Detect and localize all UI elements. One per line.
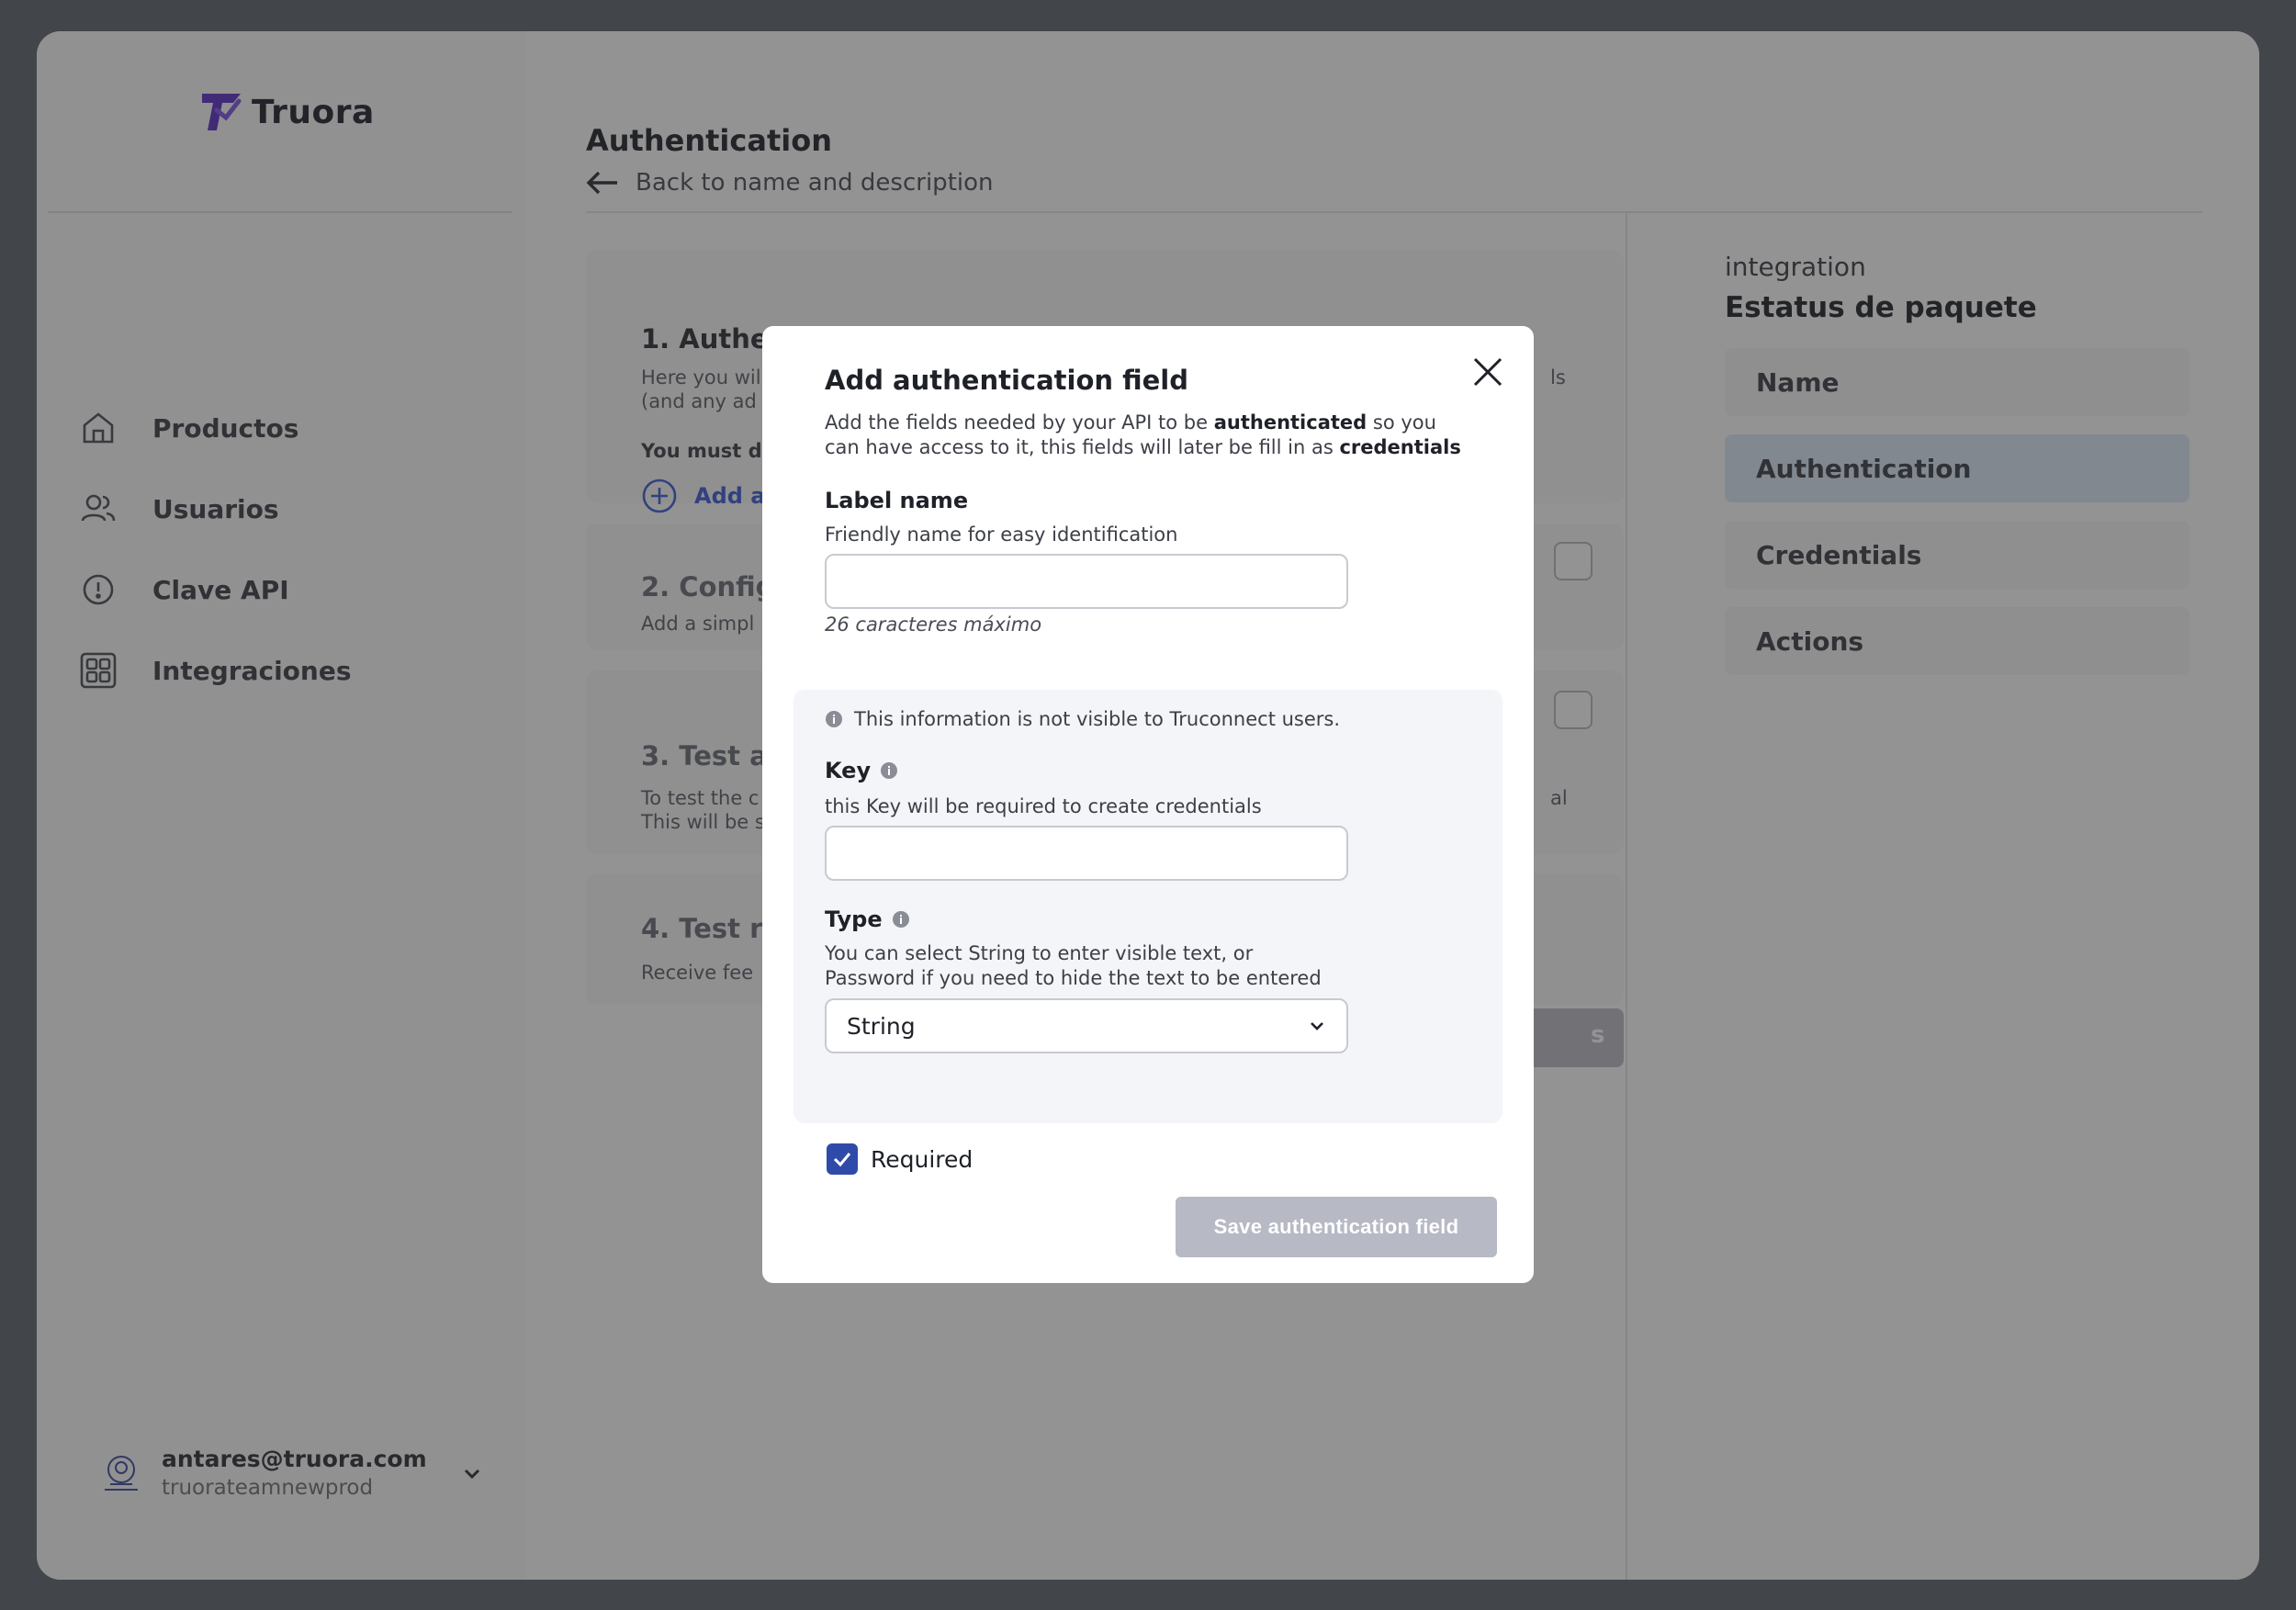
required-label: Required — [871, 1145, 974, 1173]
label-name-input[interactable] — [825, 554, 1348, 609]
field-label: Type — [825, 906, 883, 932]
type-select-value: String — [847, 1012, 916, 1040]
type-help-line: Password if you need to hide the text to… — [825, 967, 1322, 989]
visibility-notice: This information is not visible to Truco… — [825, 708, 1340, 730]
modal-desc-text: Add the fields needed by your API to be — [825, 411, 1214, 433]
label-name-help: Friendly name for easy identification — [825, 524, 1178, 546]
visibility-notice-text: This information is not visible to Truco… — [854, 708, 1341, 730]
info-icon[interactable] — [880, 761, 898, 780]
key-input[interactable] — [825, 826, 1348, 881]
required-checkbox-row[interactable]: Required — [827, 1143, 973, 1175]
type-select[interactable]: String — [825, 998, 1348, 1053]
label-name-hint: 26 caracteres máximo — [825, 614, 1042, 636]
chevron-down-icon — [1311, 1022, 1323, 1030]
type-help: You can select String to enter visible t… — [825, 941, 1468, 991]
label-name-label: Label name — [825, 488, 968, 513]
field-label: Key — [825, 758, 872, 783]
close-icon[interactable] — [1469, 354, 1506, 390]
add-authentication-field-modal: Add authentication field Add the fields … — [762, 326, 1534, 1283]
save-authentication-field-button[interactable]: Save authentication field — [1176, 1197, 1497, 1257]
modal-description: Add the fields needed by your API to be … — [825, 411, 1468, 460]
info-icon — [826, 711, 842, 727]
key-label: Key — [825, 758, 898, 783]
modal-title: Add authentication field — [825, 365, 1188, 396]
check-icon — [833, 1153, 851, 1167]
info-icon[interactable] — [892, 910, 910, 929]
key-help: this Key will be required to create cred… — [825, 795, 1262, 817]
modal-desc-emphasis: credentials — [1339, 436, 1461, 458]
field-label: Label name — [825, 488, 969, 513]
type-help-line: You can select String to enter visible t… — [825, 942, 1254, 964]
required-checkbox[interactable] — [827, 1143, 858, 1175]
type-label: Type — [825, 906, 910, 932]
modal-desc-emphasis: authenticated — [1213, 411, 1367, 433]
